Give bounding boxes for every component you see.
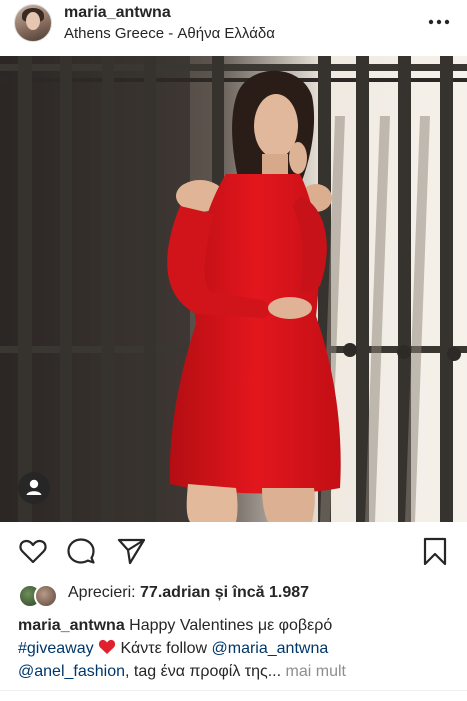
- likes-user[interactable]: 77.adrian: [140, 584, 210, 601]
- user-tag-icon[interactable]: [18, 472, 50, 504]
- liker-avatar: [34, 584, 58, 608]
- bookmark-icon[interactable]: [420, 536, 450, 566]
- post-username[interactable]: maria_antwna: [64, 4, 171, 22]
- post-header: maria_antwna Athens Greece - Αθήνα Ελλάδ…: [0, 0, 467, 56]
- caption-text: Happy Valentines με φοβερό: [129, 617, 333, 634]
- caption-follow-text: Κάντε follow: [120, 640, 208, 657]
- caption-mention-anel[interactable]: @anel_fashion: [18, 663, 125, 680]
- more-options-icon[interactable]: [427, 12, 451, 32]
- avatar-face: [26, 12, 40, 30]
- photo-illustration: [0, 56, 467, 522]
- caption-tag-text: , tag ένα προφίλ της...: [124, 663, 282, 680]
- bottom-nav-edge: [0, 690, 467, 701]
- post-caption: maria_antwna Happy Valentines με φοβερό …: [18, 614, 458, 683]
- send-icon[interactable]: [116, 536, 146, 566]
- post-photo[interactable]: [0, 56, 467, 522]
- profile-avatar[interactable]: [14, 4, 52, 42]
- red-heart-icon: [99, 639, 116, 654]
- more-button[interactable]: mai mult: [286, 663, 346, 680]
- heart-icon[interactable]: [18, 536, 48, 566]
- caption-username[interactable]: maria_antwna: [18, 617, 125, 634]
- person-icon: [26, 479, 42, 495]
- post-location[interactable]: Athens Greece - Αθήνα Ελλάδα: [64, 25, 275, 42]
- caption-hashtag[interactable]: #giveaway: [18, 640, 94, 657]
- likes-row[interactable]: Aprecieri: 77.adrian și încă 1.987: [18, 582, 458, 608]
- action-bar: [0, 526, 467, 574]
- likes-count[interactable]: 1.987: [269, 584, 309, 601]
- likes-label: Aprecieri:: [68, 584, 136, 601]
- comment-icon[interactable]: [66, 536, 96, 566]
- caption-mention-maria[interactable]: @maria_antwna: [212, 640, 329, 657]
- likes-connector: și încă: [214, 584, 265, 601]
- likes-summary: Aprecieri: 77.adrian și încă 1.987: [68, 584, 309, 602]
